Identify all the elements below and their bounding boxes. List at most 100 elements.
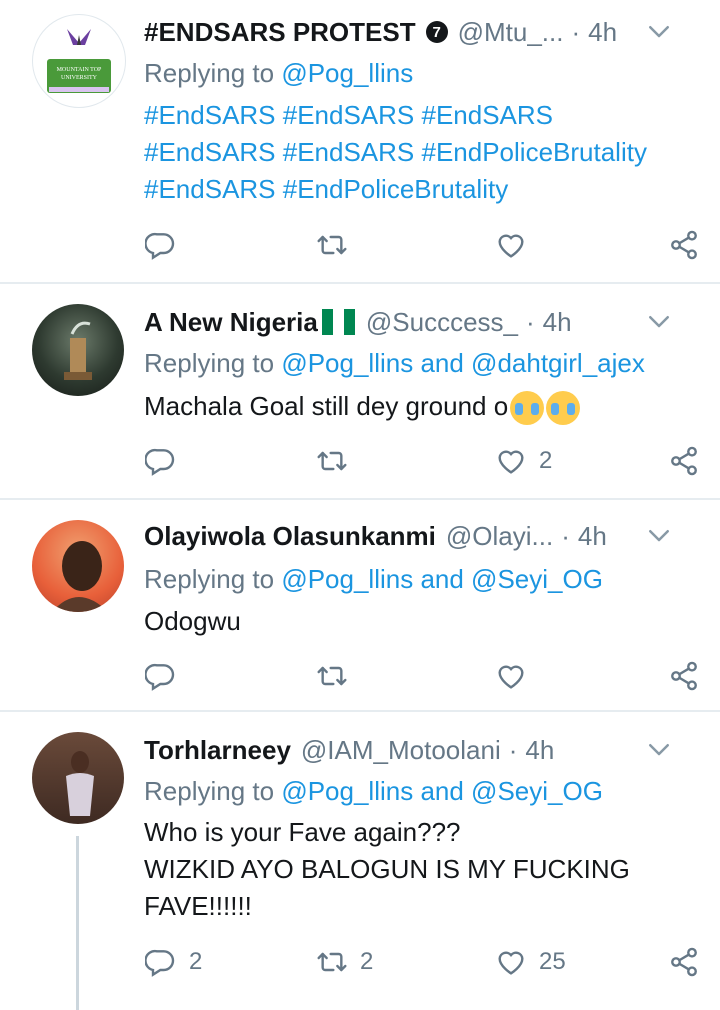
separator-dot: · <box>571 16 581 47</box>
reply-icon <box>145 946 177 978</box>
reply-button[interactable] <box>145 225 189 265</box>
separator-dot: · <box>561 520 570 551</box>
avatar-image <box>52 541 108 612</box>
chevron-down-icon[interactable] <box>644 16 674 46</box>
display-name[interactable]: Torhlarneey <box>144 735 291 766</box>
text-line[interactable]: #EndSARS #EndPoliceBrutality <box>144 171 647 208</box>
separator-dot: · <box>526 306 535 337</box>
tweet-actions <box>0 225 720 265</box>
reply-count: 2 <box>189 948 203 975</box>
reply-button[interactable] <box>145 656 189 696</box>
retweet-icon <box>316 946 348 978</box>
separator-dot: · <box>508 734 518 765</box>
avatar[interactable]: MOUNTAIN TOP UNIVERSITY <box>32 14 126 108</box>
university-logo: MOUNTAIN TOP UNIVERSITY <box>47 29 111 93</box>
share-button[interactable] <box>668 942 700 982</box>
tweet-actions: 2 <box>0 441 720 481</box>
share-icon <box>668 660 700 692</box>
tweet-actions <box>0 656 720 696</box>
tweet[interactable]: MOUNTAIN TOP UNIVERSITY #ENDSARS PROTEST… <box>0 0 720 282</box>
heart-icon <box>495 946 527 978</box>
reply-button[interactable] <box>145 441 189 481</box>
display-name[interactable]: A New Nigeria <box>144 307 318 338</box>
tweet-text: Who is your Fave again??? WIZKID AYO BAL… <box>144 814 630 925</box>
reply-mentions[interactable]: @Pog_llins and @Seyi_OG <box>281 776 603 806</box>
like-button[interactable]: 2 <box>495 441 552 481</box>
timestamp[interactable]: 4h <box>543 307 572 338</box>
reply-button[interactable]: 2 <box>145 942 202 982</box>
tweet-header: Olayiwola Olasunkanmi @Olayi... · 4h <box>144 516 692 556</box>
username[interactable]: @Succcess_ <box>366 307 518 338</box>
timestamp[interactable]: 4h <box>578 521 607 552</box>
tweet[interactable]: A New Nigeria @Succcess_ · 4h Replying t… <box>0 284 720 498</box>
display-name[interactable]: Olayiwola Olasunkanmi <box>144 521 436 552</box>
like-button[interactable]: 25 <box>495 942 566 982</box>
retweet-count: 2 <box>360 948 374 975</box>
like-count: 2 <box>539 447 553 474</box>
retweet-icon <box>316 445 348 477</box>
heart-icon <box>495 660 527 692</box>
share-button[interactable] <box>668 656 700 696</box>
reply-icon <box>145 660 177 692</box>
tweet-header: A New Nigeria @Succcess_ · 4h <box>144 302 692 342</box>
badge-icon: 7 <box>425 21 448 43</box>
text-line[interactable]: Odogwu <box>144 606 241 636</box>
svg-text:MOUNTAIN TOP: MOUNTAIN TOP <box>57 67 102 73</box>
replying-to: Replying to @Pog_llins and @dahtgirl_aje… <box>144 348 645 379</box>
share-icon <box>668 229 700 261</box>
replying-to: Replying to @Pog_llins <box>144 58 413 89</box>
share-button[interactable] <box>668 225 700 265</box>
avatar[interactable] <box>32 520 124 612</box>
svg-text:UNIVERSITY: UNIVERSITY <box>61 75 98 81</box>
retweet-icon <box>316 229 348 261</box>
tweet[interactable]: Olayiwola Olasunkanmi @Olayi... · 4h Rep… <box>0 500 720 710</box>
retweet-button[interactable] <box>316 441 360 481</box>
text-line[interactable]: Machala Goal still dey ground o <box>144 391 508 421</box>
like-button[interactable] <box>495 225 539 265</box>
text-line[interactable]: FAVE!!!!!! <box>144 888 630 925</box>
retweet-button[interactable] <box>316 225 360 265</box>
heart-icon <box>495 229 527 261</box>
text-line[interactable]: Who is your Fave again??? <box>144 814 630 851</box>
nigeria-flag-icon <box>321 309 356 335</box>
username[interactable]: @IAM_Motoolani <box>301 735 501 766</box>
avatar[interactable] <box>32 732 124 824</box>
reply-icon <box>145 445 177 477</box>
text-line[interactable]: #EndSARS #EndSARS #EndSARS <box>144 97 647 134</box>
retweet-icon <box>316 660 348 692</box>
display-name[interactable]: #ENDSARS PROTEST <box>144 17 416 48</box>
tweet[interactable]: Torhlarneey @IAM_Motoolani · 4h Replying… <box>0 712 720 1010</box>
tweet-text: Machala Goal still dey ground o <box>144 388 581 426</box>
replying-prefix: Replying to <box>144 348 275 378</box>
timestamp[interactable]: 4h <box>525 735 554 766</box>
share-button[interactable] <box>668 441 700 481</box>
avatar[interactable] <box>32 304 124 396</box>
share-icon <box>668 445 700 477</box>
replying-to: Replying to @Pog_llins and @Seyi_OG <box>144 776 603 807</box>
username[interactable]: @Olayi... <box>446 521 553 552</box>
heart-icon <box>495 445 527 477</box>
crying-emoji-icon <box>510 391 545 426</box>
tweet-text: #EndSARS #EndSARS #EndSARS #EndSARS #End… <box>144 97 647 208</box>
like-button[interactable] <box>495 656 539 696</box>
like-count: 25 <box>539 948 566 975</box>
reply-mentions[interactable]: @Pog_llins and @dahtgirl_ajex <box>281 348 645 378</box>
tweet-header: Torhlarneey @IAM_Motoolani · 4h <box>144 730 692 770</box>
tweet-text: Odogwu <box>144 603 241 640</box>
text-line[interactable]: #EndSARS #EndSARS #EndPoliceBrutality <box>144 134 647 171</box>
replying-to: Replying to @Pog_llins and @Seyi_OG <box>144 564 603 595</box>
username[interactable]: @Mtu_... <box>458 17 564 48</box>
reply-mentions[interactable]: @Pog_llins and @Seyi_OG <box>281 564 603 594</box>
chevron-down-icon[interactable] <box>644 734 674 764</box>
tweet-actions: 2 2 25 <box>0 942 720 982</box>
retweet-button[interactable]: 2 <box>316 942 373 982</box>
text-line[interactable]: WIZKID AYO BALOGUN IS MY FUCKING <box>144 851 630 888</box>
retweet-button[interactable] <box>316 656 360 696</box>
reply-mentions[interactable]: @Pog_llins <box>281 58 413 88</box>
avatar-image <box>66 751 94 816</box>
timestamp[interactable]: 4h <box>588 17 617 48</box>
reply-icon <box>145 229 177 261</box>
avatar-image <box>64 321 92 380</box>
chevron-down-icon[interactable] <box>644 520 674 550</box>
chevron-down-icon[interactable] <box>644 306 674 336</box>
